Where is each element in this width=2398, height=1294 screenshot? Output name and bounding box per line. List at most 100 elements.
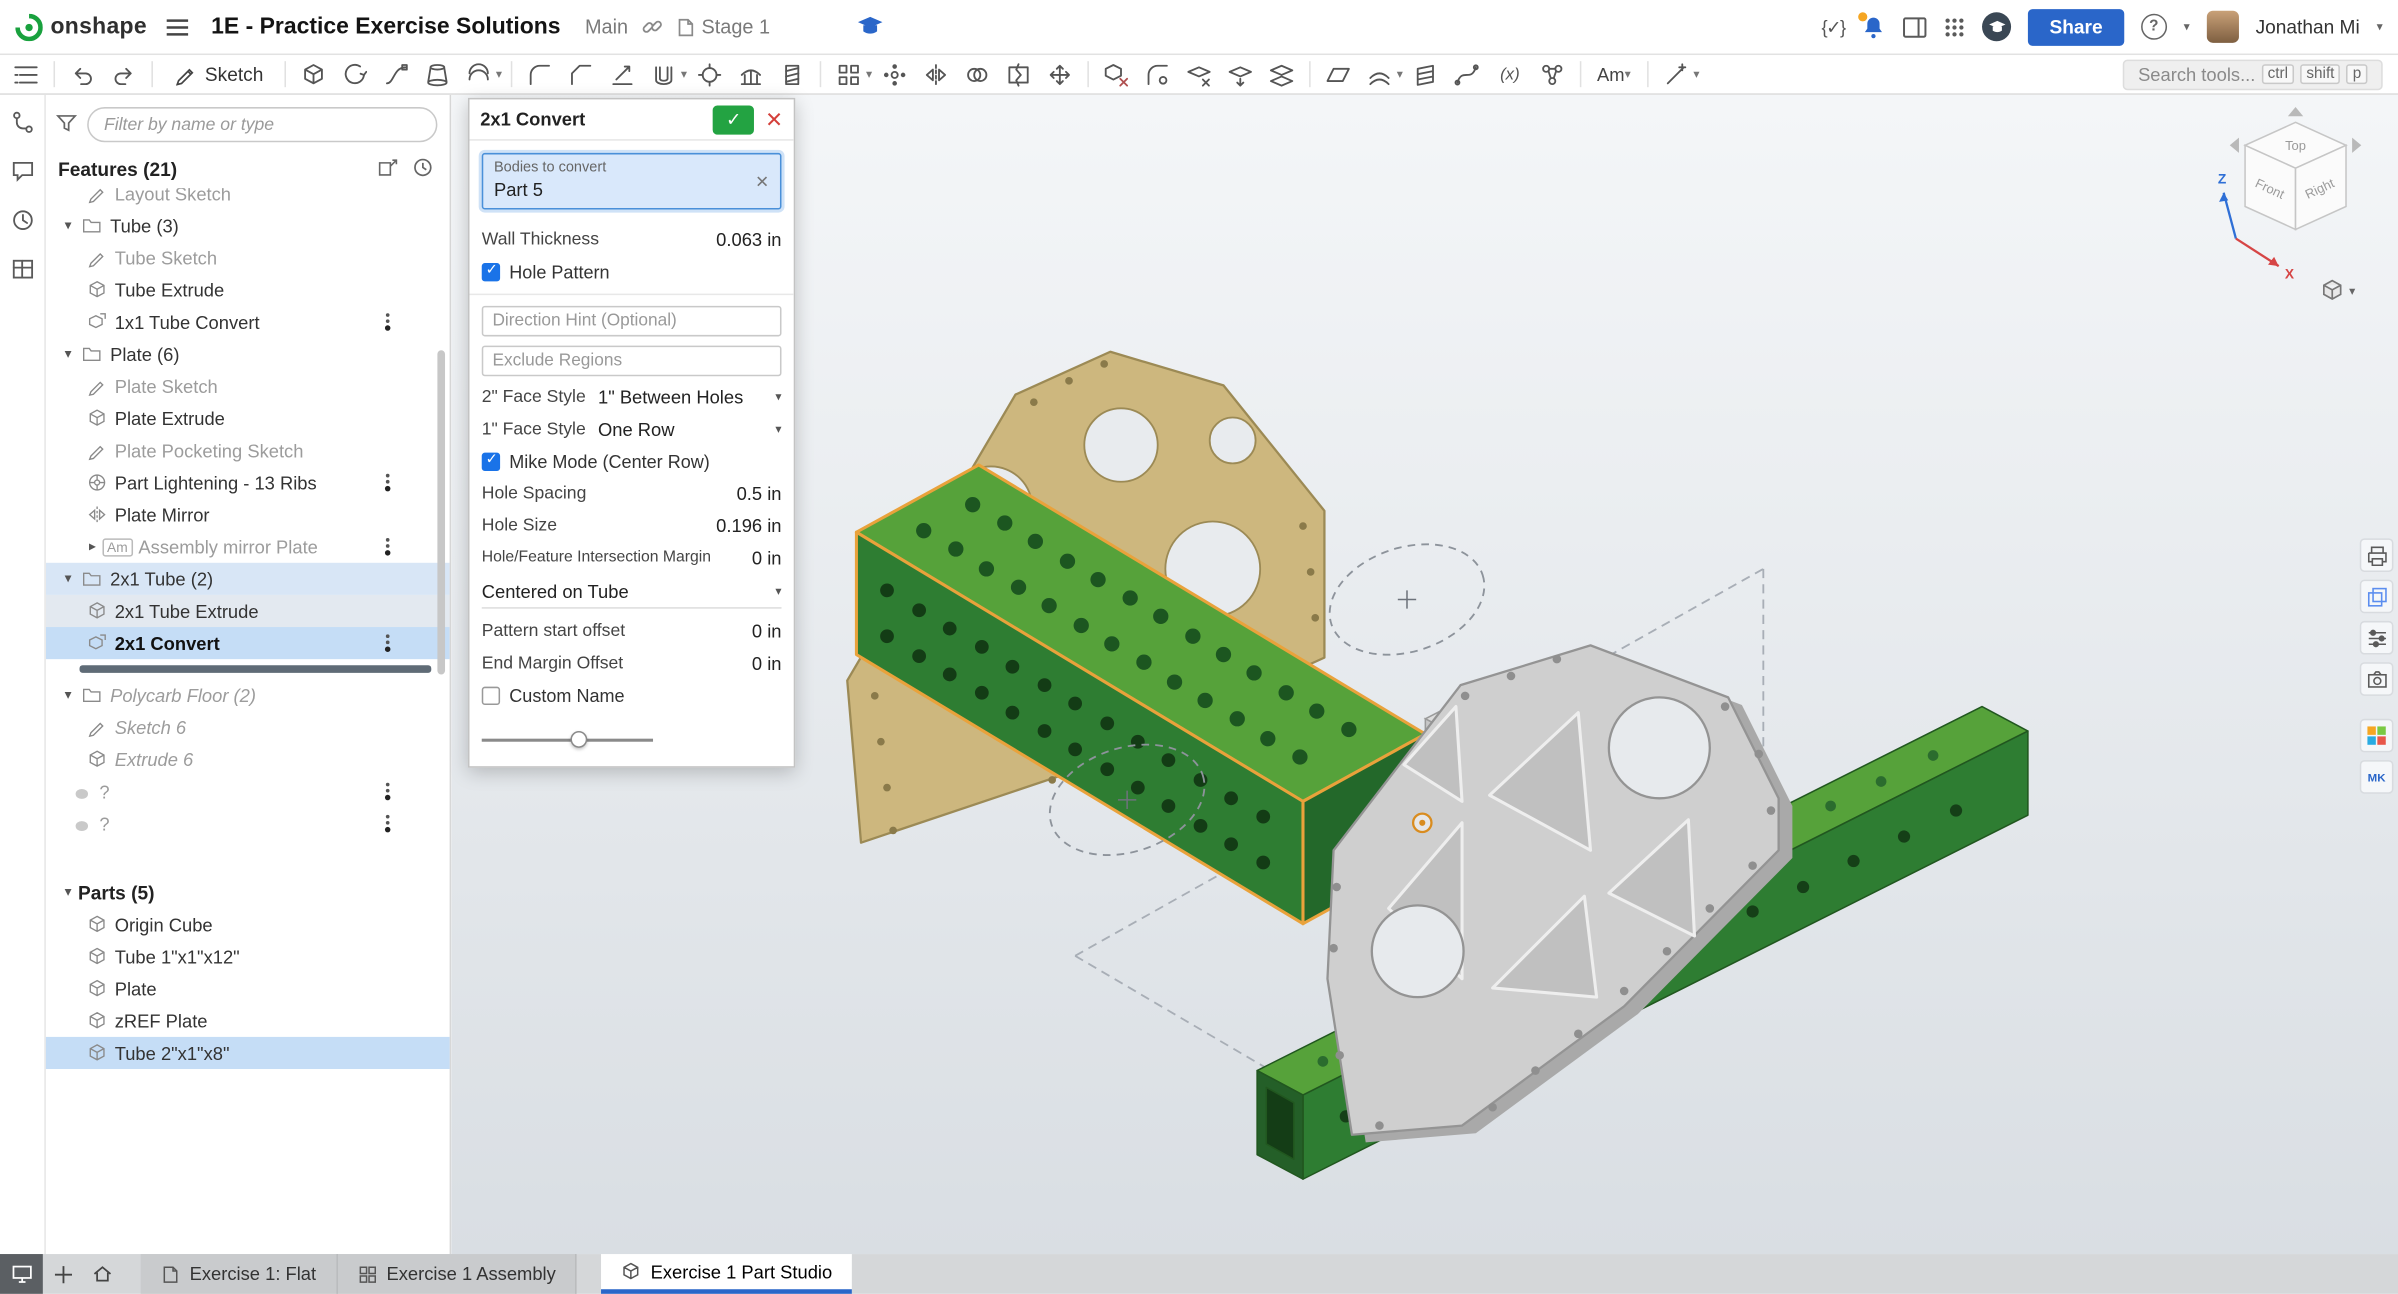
- mate-connector-marker[interactable]: [1413, 814, 1431, 832]
- move-face-icon[interactable]: [1221, 57, 1261, 91]
- extrude-group-caret-icon[interactable]: ▾: [496, 67, 502, 81]
- feature-folder-tube[interactable]: ▾ Tube (3): [46, 210, 450, 242]
- feature-row-plate-extrude[interactable]: Plate Extrude: [46, 402, 450, 434]
- end-margin-offset-input[interactable]: 0 in: [752, 652, 782, 673]
- feature-folder-2x1-tube[interactable]: ▾ 2x1 Tube (2): [46, 563, 450, 595]
- feature-row-plate-mirror[interactable]: Plate Mirror: [46, 499, 450, 531]
- modify-group-caret-icon[interactable]: ▾: [681, 67, 687, 81]
- am-custom-features-dropdown[interactable]: Am▾: [1589, 60, 1639, 88]
- custom-feature-caret-icon[interactable]: ▾: [1693, 67, 1699, 81]
- help-menu-caret-icon[interactable]: ▾: [2184, 20, 2190, 34]
- helix-icon[interactable]: [1406, 57, 1446, 91]
- parts-header-row[interactable]: ▾ Parts (5): [46, 876, 450, 908]
- feature-row-tube-sketch[interactable]: Tube Sketch: [46, 242, 450, 274]
- split-icon[interactable]: [999, 57, 1039, 91]
- linear-pattern-icon[interactable]: [829, 57, 869, 91]
- tables-panel-icon[interactable]: [10, 257, 34, 281]
- exclude-regions-input[interactable]: [482, 346, 782, 377]
- workspace-name[interactable]: Main: [585, 15, 628, 38]
- chevron-down-icon[interactable]: ▾: [58, 346, 78, 363]
- filter-input[interactable]: [87, 107, 437, 142]
- feature-row-extrude-6[interactable]: Extrude 6: [46, 743, 450, 775]
- feature-row-unknown-2[interactable]: ?: [46, 807, 450, 839]
- feature-state-icon[interactable]: [384, 472, 392, 493]
- feature-state-icon[interactable]: [384, 813, 392, 834]
- sketch-button[interactable]: Sketch: [161, 60, 278, 89]
- redo-icon[interactable]: [104, 57, 144, 91]
- shell-icon[interactable]: [644, 57, 684, 91]
- hole-icon[interactable]: [690, 57, 730, 91]
- chevron-right-icon[interactable]: ▸: [83, 538, 103, 555]
- slider-thumb[interactable]: [570, 731, 587, 748]
- feature-state-icon[interactable]: [384, 536, 392, 557]
- delete-face-icon[interactable]: [1180, 57, 1220, 91]
- feature-row-unknown-1[interactable]: ?: [46, 775, 450, 807]
- render-app-panel-icon[interactable]: [2360, 719, 2394, 753]
- replace-face-icon[interactable]: [1262, 57, 1302, 91]
- rollback-bar[interactable]: [80, 665, 432, 673]
- view-cube-top-label[interactable]: Top: [2285, 138, 2306, 153]
- feature-row-plate-pocketing-sketch[interactable]: Plate Pocketing Sketch: [46, 434, 450, 466]
- feature-scope-slider[interactable]: [482, 729, 653, 750]
- part-row-tube-2x1x8-selected[interactable]: Tube 2"x1"x8": [46, 1037, 450, 1069]
- education-icon[interactable]: [856, 15, 884, 38]
- face1-style-select[interactable]: One Row: [598, 418, 675, 439]
- variables-icon[interactable]: (x): [1488, 57, 1531, 91]
- feature-state-icon[interactable]: [384, 781, 392, 802]
- hole-size-input[interactable]: 0.196 in: [716, 515, 781, 536]
- tab-exercise-1-assembly[interactable]: Exercise 1 Assembly: [338, 1254, 578, 1294]
- dialog-cancel-icon[interactable]: ✕: [765, 109, 783, 130]
- centered-on-tube-select[interactable]: Centered on Tube ▾: [482, 575, 782, 609]
- chamfer-icon[interactable]: [562, 57, 602, 91]
- share-button[interactable]: Share: [2028, 8, 2124, 45]
- notifications-bell-icon[interactable]: [1861, 15, 1885, 39]
- tab-manager-icon[interactable]: [83, 1254, 123, 1294]
- presentation-mode-icon[interactable]: [0, 1254, 43, 1294]
- tab-exercise-1-part-studio-active[interactable]: Exercise 1 Part Studio: [602, 1254, 852, 1294]
- document-panel-icon[interactable]: [1903, 16, 1927, 37]
- part-row-plate[interactable]: Plate: [46, 973, 450, 1005]
- user-menu-caret-icon[interactable]: ▾: [2377, 20, 2383, 34]
- extrude-icon[interactable]: [294, 57, 334, 91]
- mirror-icon[interactable]: [916, 57, 956, 91]
- intersection-margin-input[interactable]: 0 in: [752, 547, 782, 568]
- delete-part-icon[interactable]: [1097, 57, 1137, 91]
- hole-pattern-checkbox[interactable]: [482, 262, 500, 280]
- feature-row-2x1-convert-selected[interactable]: 2x1 Convert: [46, 627, 450, 659]
- rib-icon[interactable]: [731, 57, 771, 91]
- feature-row-plate-sketch[interactable]: Plate Sketch: [46, 370, 450, 402]
- main-menu-icon[interactable]: [165, 16, 189, 37]
- link-icon[interactable]: [640, 15, 663, 38]
- thicken-icon[interactable]: [459, 57, 499, 91]
- feature-row-layout-sketch[interactable]: Layout Sketch: [46, 188, 450, 209]
- mkcad-app-panel-icon[interactable]: MK: [2360, 760, 2394, 794]
- feature-history-icon[interactable]: [411, 156, 434, 184]
- feature-list-toggle-icon[interactable]: [6, 57, 46, 91]
- part-row-origin-cube[interactable]: Origin Cube: [46, 908, 450, 940]
- named-views-panel-icon[interactable]: [2360, 662, 2394, 696]
- feature-tree-scrollbar[interactable]: [437, 350, 445, 674]
- custom-name-checkbox[interactable]: [482, 686, 500, 704]
- user-avatar[interactable]: [2207, 11, 2239, 43]
- circular-pattern-icon[interactable]: [875, 57, 915, 91]
- learning-center-icon[interactable]: [1982, 12, 2011, 41]
- onshape-logo[interactable]: onshape: [15, 13, 147, 41]
- transform-icon[interactable]: [1040, 57, 1080, 91]
- fillet-icon[interactable]: [520, 57, 560, 91]
- feature-row-sketch-6[interactable]: Sketch 6: [46, 711, 450, 743]
- thread-icon[interactable]: [773, 57, 813, 91]
- surface-group-caret-icon[interactable]: ▾: [1397, 67, 1403, 81]
- pattern-group-caret-icon[interactable]: ▾: [866, 67, 872, 81]
- feature-row-part-lightening[interactable]: Part Lightening - 13 Ribs: [46, 466, 450, 498]
- face1-style-caret-icon[interactable]: ▾: [775, 422, 781, 436]
- feature-state-icon[interactable]: [384, 632, 392, 653]
- branch-indicator[interactable]: Stage 1: [676, 15, 771, 38]
- feature-row-2x1-tube-extrude[interactable]: 2x1 Tube Extrude: [46, 595, 450, 627]
- parts-list-panel-icon[interactable]: [2360, 580, 2394, 614]
- bodies-to-convert-field[interactable]: Bodies to convert Part 5 ✕: [482, 153, 782, 210]
- wall-thickness-input[interactable]: 0.063 in: [716, 229, 781, 250]
- dialog-accept-button[interactable]: [713, 105, 754, 134]
- dialog-header[interactable]: 2x1 Convert ✕: [470, 99, 794, 140]
- draft-icon[interactable]: [603, 57, 643, 91]
- feature-folder-polycarb-floor[interactable]: ▾ Polycarb Floor (2): [46, 679, 450, 711]
